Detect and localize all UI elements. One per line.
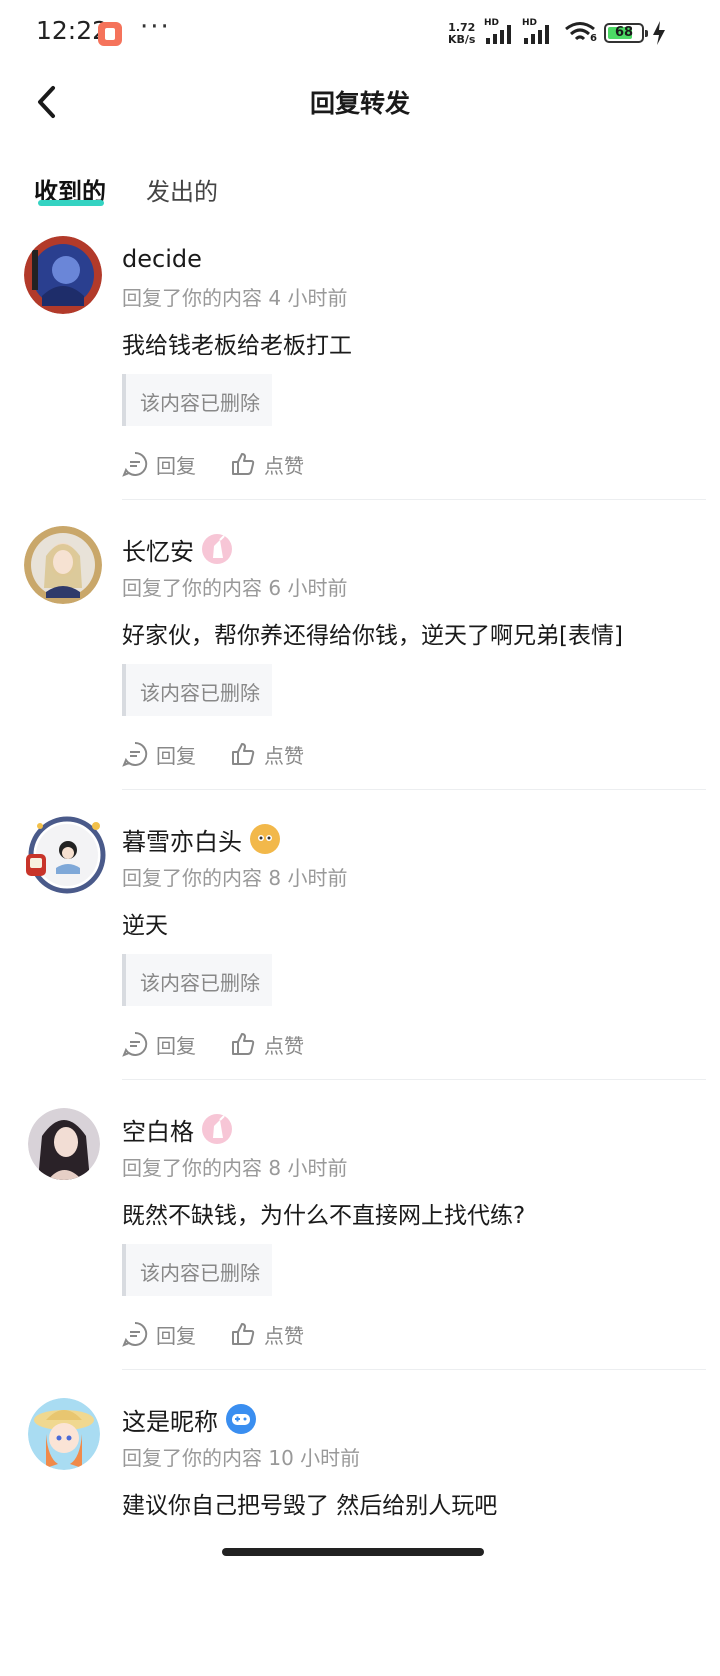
- avatar[interactable]: [24, 526, 102, 604]
- signal-icon: HD: [484, 18, 518, 46]
- action-bar: 回复 点赞: [122, 448, 338, 480]
- divider: [122, 789, 706, 790]
- active-tab-indicator: [38, 200, 104, 206]
- app-notification-icon: [98, 22, 122, 46]
- gamepad-badge-icon: [226, 1404, 256, 1434]
- comment-icon: [122, 1031, 148, 1057]
- user-name[interactable]: 这是昵称: [122, 1402, 218, 1437]
- wifi-icon: 6: [564, 20, 598, 50]
- action-bar: 回复 点赞: [122, 738, 338, 770]
- tab-bar: 收到的 发出的: [0, 160, 720, 220]
- reply-meta: 回复了你的内容 10 小时前: [122, 1446, 361, 1470]
- page-title: 回复转发: [309, 89, 410, 118]
- signal-icon-2: HD: [522, 18, 556, 46]
- reply-button[interactable]: 回复: [122, 1030, 196, 1059]
- quoted-content[interactable]: 该内容已删除: [122, 374, 272, 426]
- reply-meta: 回复了你的内容 8 小时前: [122, 866, 348, 890]
- user-name[interactable]: 长忆安: [122, 532, 194, 567]
- like-button[interactable]: 点赞: [230, 1030, 304, 1059]
- quoted-content[interactable]: 该内容已删除: [122, 1244, 272, 1296]
- tab-sent[interactable]: 发出的: [146, 172, 218, 207]
- thumbs-up-icon: [232, 1033, 255, 1055]
- user-name[interactable]: 暮雪亦白头: [122, 822, 242, 857]
- comment-icon: [122, 1321, 148, 1347]
- reply-meta: 回复了你的内容 4 小时前: [122, 286, 348, 310]
- home-indicator[interactable]: [222, 1548, 484, 1556]
- thumbs-up-icon: [232, 1323, 255, 1345]
- charging-icon: [652, 20, 666, 50]
- app-header: 回复转发: [0, 68, 720, 138]
- comment-text[interactable]: 我给钱老板给老板打工: [122, 326, 352, 360]
- like-button[interactable]: 点赞: [230, 740, 304, 769]
- like-button[interactable]: 点赞: [230, 1320, 304, 1349]
- comment-text[interactable]: 好家伙，帮你养还得给你钱，逆天了啊兄弟[表情]: [122, 616, 623, 650]
- battery-icon: 68: [604, 23, 644, 43]
- quoted-content[interactable]: 该内容已删除: [122, 664, 272, 716]
- more-notifications-icon: ···: [140, 12, 171, 42]
- quoted-content[interactable]: 该内容已删除: [122, 954, 272, 1006]
- reply-meta: 回复了你的内容 8 小时前: [122, 1156, 348, 1180]
- battery-tip: [645, 30, 648, 37]
- avatar[interactable]: [24, 236, 102, 314]
- comment-text[interactable]: 逆天: [122, 906, 168, 940]
- list-item[interactable]: decide 回复了你的内容 4 小时前 我给钱老板给老板打工 该内容已删除 回…: [0, 226, 720, 516]
- divider: [122, 1369, 706, 1370]
- egg-badge-icon: [250, 824, 280, 854]
- action-bar: 回复 点赞: [122, 1318, 338, 1350]
- unicorn-badge-icon: [202, 1114, 232, 1144]
- comment-text[interactable]: 建议你自己把号毁了 然后给别人玩吧: [122, 1486, 497, 1520]
- avatar[interactable]: [24, 816, 106, 894]
- divider: [122, 499, 706, 500]
- list-item[interactable]: 这是昵称 回复了你的内容 10 小时前 建议你自己把号毁了 然后给别人玩吧: [0, 1386, 720, 1676]
- list-item[interactable]: 长忆安 回复了你的内容 6 小时前 好家伙，帮你养还得给你钱，逆天了啊兄弟[表情…: [0, 516, 720, 806]
- reply-meta: 回复了你的内容 6 小时前: [122, 576, 348, 600]
- avatar[interactable]: [28, 1108, 100, 1180]
- reply-list: decide 回复了你的内容 4 小时前 我给钱老板给老板打工 该内容已删除 回…: [0, 226, 720, 1676]
- list-item[interactable]: 暮雪亦白头 回复了你的内容 8 小时前 逆天 该内容已删除 回复 点赞: [0, 806, 720, 1096]
- network-speed: 1.72 KB/s: [448, 21, 476, 46]
- list-item[interactable]: 空白格 回复了你的内容 8 小时前 既然不缺钱，为什么不直接网上找代练? 该内容…: [0, 1096, 720, 1386]
- user-name[interactable]: 空白格: [122, 1112, 194, 1147]
- status-bar: 12:22 ··· 1.72 KB/s HD HD 6 68: [0, 0, 720, 68]
- action-bar: 回复 点赞: [122, 1028, 338, 1060]
- avatar[interactable]: [28, 1398, 100, 1470]
- like-button[interactable]: 点赞: [230, 450, 304, 479]
- comment-text[interactable]: 既然不缺钱，为什么不直接网上找代练?: [122, 1196, 525, 1230]
- reply-button[interactable]: 回复: [122, 1320, 196, 1349]
- thumbs-up-icon: [232, 453, 255, 475]
- comment-icon: [122, 741, 148, 767]
- unicorn-badge-icon: [202, 534, 232, 564]
- user-name[interactable]: decide: [122, 245, 202, 273]
- reply-button[interactable]: 回复: [122, 740, 196, 769]
- comment-icon: [122, 451, 148, 477]
- divider: [122, 1079, 706, 1080]
- thumbs-up-icon: [232, 743, 255, 765]
- reply-button[interactable]: 回复: [122, 450, 196, 479]
